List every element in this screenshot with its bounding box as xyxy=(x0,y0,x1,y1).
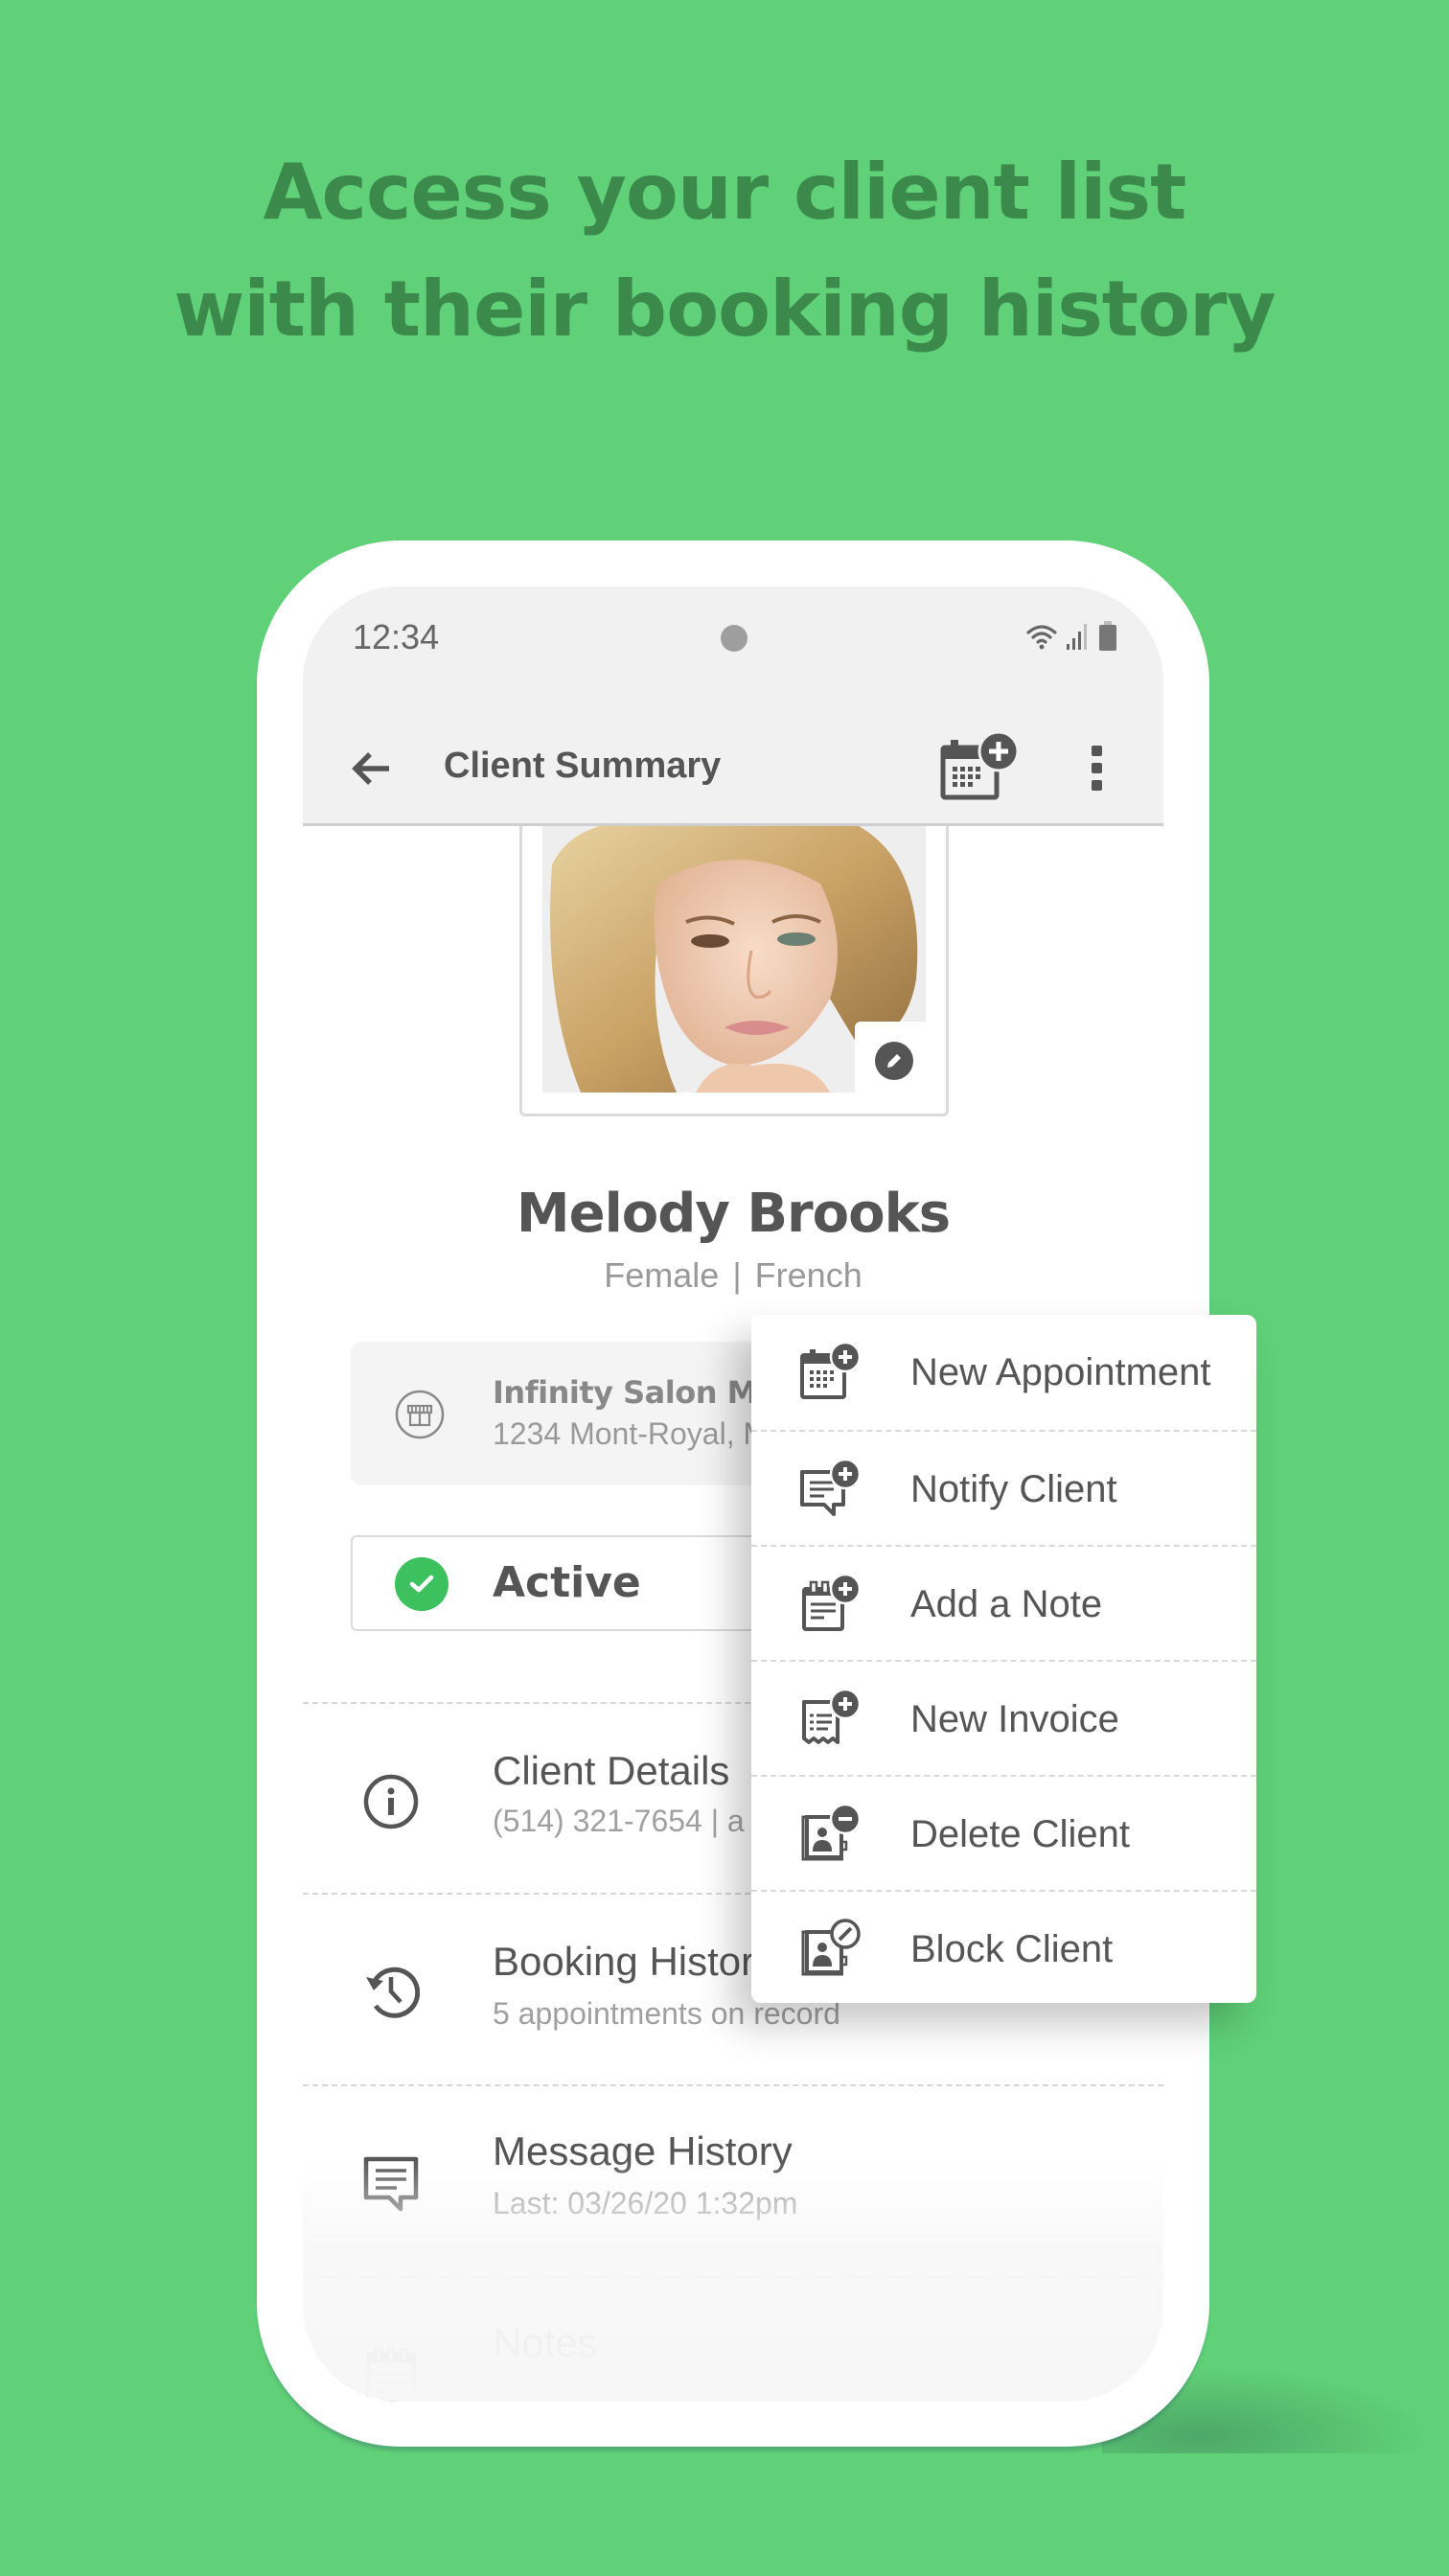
page-title: Client Summary xyxy=(444,746,722,786)
menu-item-label: Delete Client xyxy=(910,1813,1131,1855)
more-vert-icon xyxy=(1091,746,1102,756)
salon-address: 1234 Mont-Royal, M xyxy=(493,1416,770,1451)
note-add-icon xyxy=(802,1574,862,1631)
row-title: Booking History xyxy=(493,1939,775,1984)
contact-remove-icon xyxy=(801,1804,862,1861)
wifi-icon xyxy=(1026,625,1057,650)
menu-item-label: Notify Client xyxy=(910,1468,1117,1510)
client-language: French xyxy=(754,1255,862,1295)
info-icon xyxy=(363,1774,419,1829)
status-bar: 12:34 xyxy=(303,586,1163,709)
menu-item-label: Add a Note xyxy=(910,1583,1103,1625)
headline-line-1: Access your client list xyxy=(263,148,1187,237)
signal-icon xyxy=(1067,624,1087,650)
client-photo-frame xyxy=(519,826,949,1116)
message-icon xyxy=(363,2156,419,2212)
menu-item-add-note[interactable]: Add a Note xyxy=(751,1545,1256,1660)
front-camera xyxy=(721,625,748,652)
notepad-icon xyxy=(365,2347,417,2402)
new-appointment-button[interactable] xyxy=(939,730,1022,801)
check-circle-icon xyxy=(395,1557,448,1611)
menu-item-new-invoice[interactable]: New Invoice xyxy=(751,1660,1256,1775)
app-toolbar: Client Summary xyxy=(303,709,1163,826)
contact-block-icon xyxy=(801,1919,861,1976)
menu-item-label: New Appointment xyxy=(910,1351,1211,1393)
row-subtitle: Last: 03/26/20 1:32pm xyxy=(493,2186,798,2220)
pencil-icon xyxy=(887,1054,901,1068)
more-options-button[interactable] xyxy=(1085,746,1108,797)
client-photo[interactable] xyxy=(542,826,926,1092)
section-message-history[interactable]: Message History Last: 03/26/20 1:32pm xyxy=(303,2086,1163,2276)
menu-item-label: Block Client xyxy=(910,1928,1114,1970)
calendar-add-icon xyxy=(940,730,1020,800)
row-title: Message History xyxy=(493,2128,793,2174)
client-demographics: Female | French xyxy=(303,1255,1163,1296)
status-label: Active xyxy=(493,1558,641,1607)
menu-item-delete-client[interactable]: Delete Client xyxy=(751,1775,1256,1890)
battery-icon xyxy=(1099,621,1116,651)
separator: | xyxy=(732,1255,742,1295)
row-title: Notes xyxy=(493,2320,598,2365)
menu-item-block-client[interactable]: Block Client xyxy=(751,1890,1256,2005)
arrow-left-icon xyxy=(352,752,389,785)
back-button[interactable] xyxy=(349,746,395,792)
menu-item-label: New Invoice xyxy=(910,1698,1119,1740)
promo-headline: Access your client list with their booki… xyxy=(0,134,1449,368)
row-subtitle: 2 notes | Last: 03/26/20 1:45pm xyxy=(493,2383,924,2402)
menu-item-notify-client[interactable]: Notify Client xyxy=(751,1430,1256,1545)
edit-photo-button[interactable] xyxy=(875,1042,913,1080)
overflow-menu: New Appointment Notify Client Add a Note xyxy=(751,1315,1256,2003)
row-title: Client Details xyxy=(493,1748,730,1793)
headline-line-2: with their booking history xyxy=(173,264,1276,354)
calendar-add-icon xyxy=(800,1342,862,1399)
message-add-icon xyxy=(800,1459,862,1516)
section-notes[interactable]: Notes 2 notes | Last: 03/26/20 1:45pm xyxy=(303,2278,1163,2402)
menu-item-new-appointment[interactable]: New Appointment xyxy=(751,1315,1256,1430)
invoice-add-icon xyxy=(802,1689,862,1744)
client-name: Melody Brooks xyxy=(516,1183,951,1245)
client-gender: Female xyxy=(604,1255,720,1295)
storefront-icon xyxy=(395,1390,445,1439)
history-icon xyxy=(366,1966,420,2018)
row-subtitle: (514) 321-7654 | a xyxy=(493,1804,745,1838)
status-time: 12:34 xyxy=(353,617,440,656)
status-icons xyxy=(1025,621,1117,652)
